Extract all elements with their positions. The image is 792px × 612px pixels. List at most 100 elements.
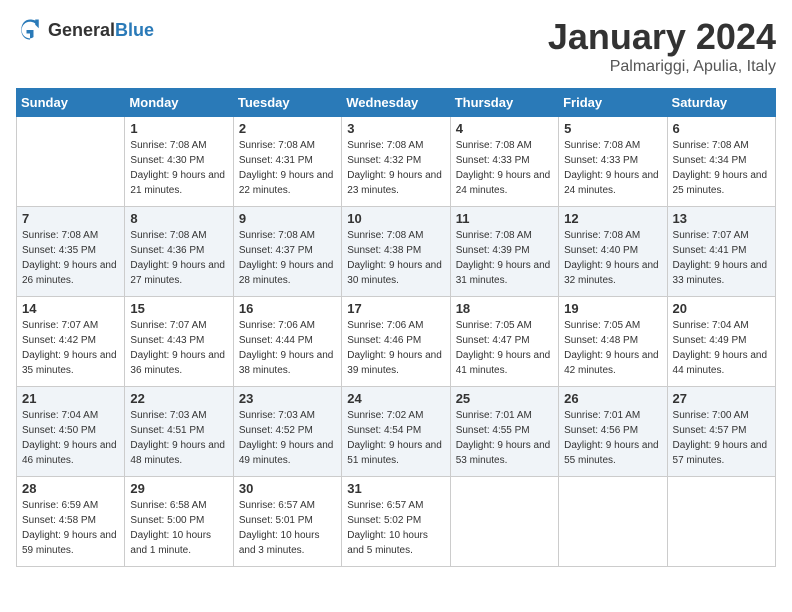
calendar-cell: 27Sunrise: 7:00 AMSunset: 4:57 PMDayligh…: [667, 387, 775, 477]
day-number: 12: [564, 211, 661, 226]
day-info: Sunrise: 7:07 AMSunset: 4:42 PMDaylight:…: [22, 318, 119, 378]
day-number: 13: [673, 211, 770, 226]
day-number: 27: [673, 391, 770, 406]
day-number: 23: [239, 391, 336, 406]
calendar-cell: 25 Sunrise: 7:01 AMSunset: 4:55 PMDayligh…: [450, 387, 558, 477]
day-number: 15: [130, 301, 227, 316]
col-saturday: Saturday: [667, 89, 775, 117]
day-number: 29: [130, 481, 227, 496]
day-info: Sunrise: 6:59 AMSunset: 4:58 PMDaylight:…: [22, 498, 119, 558]
calendar-cell: 8 Sunrise: 7:08 AMSunset: 4:36 PMDaylight…: [125, 207, 233, 297]
col-sunday: Sunday: [17, 89, 125, 117]
day-number: 19: [564, 301, 661, 316]
day-number: 5: [564, 121, 661, 136]
day-info: Sunrise: 7:08 AMSunset: 4:40 PMDaylight:…: [564, 228, 661, 288]
day-info: Sunrise: 7:08 AMSunset: 4:38 PMDaylight:…: [347, 228, 444, 288]
day-info: Sunrise: 7:07 AMSunset: 4:43 PMDaylight:…: [130, 318, 227, 378]
calendar-cell: 2 Sunrise: 7:08 AMSunset: 4:31 PMDaylight…: [233, 117, 341, 207]
logo-blue: Blue: [115, 20, 154, 40]
calendar-cell: 6Sunrise: 7:08 AMSunset: 4:34 PMDaylight…: [667, 117, 775, 207]
calendar-cell: 10 Sunrise: 7:08 AMSunset: 4:38 PMDayligh…: [342, 207, 450, 297]
day-info: Sunrise: 7:08 AMSunset: 4:30 PMDaylight:…: [130, 138, 227, 198]
calendar-cell: 3 Sunrise: 7:08 AMSunset: 4:32 PMDaylight…: [342, 117, 450, 207]
col-tuesday: Tuesday: [233, 89, 341, 117]
calendar-cell: 17 Sunrise: 7:06 AMSunset: 4:46 PMDayligh…: [342, 297, 450, 387]
calendar-cell: [667, 477, 775, 567]
logo-general: General: [48, 20, 115, 40]
calendar-cell: 21Sunrise: 7:04 AMSunset: 4:50 PMDayligh…: [17, 387, 125, 477]
calendar-cell: 7Sunrise: 7:08 AMSunset: 4:35 PMDaylight…: [17, 207, 125, 297]
month-title: January 2024: [548, 16, 776, 58]
location-title: Palmariggi, Apulia, Italy: [548, 58, 776, 76]
day-number: 1: [130, 121, 227, 136]
day-info: Sunrise: 7:05 AMSunset: 4:48 PMDaylight:…: [564, 318, 661, 378]
day-number: 14: [22, 301, 119, 316]
day-info: Sunrise: 7:08 AMSunset: 4:39 PMDaylight:…: [456, 228, 553, 288]
day-info: Sunrise: 7:01 AMSunset: 4:56 PMDaylight:…: [564, 408, 661, 468]
calendar-cell: 28 Sunrise: 6:59 AMSunset: 4:58 PMDayligh…: [17, 477, 125, 567]
calendar-week-3: 21Sunrise: 7:04 AMSunset: 4:50 PMDayligh…: [17, 387, 776, 477]
day-info: Sunrise: 7:08 AMSunset: 4:37 PMDaylight:…: [239, 228, 336, 288]
day-info: Sunrise: 7:08 AMSunset: 4:33 PMDaylight:…: [564, 138, 661, 198]
day-number: 2: [239, 121, 336, 136]
day-number: 30: [239, 481, 336, 496]
calendar-cell: [450, 477, 558, 567]
day-number: 7: [22, 211, 119, 226]
day-info: Sunrise: 7:01 AMSunset: 4:55 PMDaylight:…: [456, 408, 553, 468]
col-friday: Friday: [559, 89, 667, 117]
title-block: January 2024 Palmariggi, Apulia, Italy: [548, 16, 776, 76]
day-info: Sunrise: 7:04 AMSunset: 4:50 PMDaylight:…: [22, 408, 119, 468]
day-number: 3: [347, 121, 444, 136]
day-number: 8: [130, 211, 227, 226]
day-info: Sunrise: 7:08 AMSunset: 4:33 PMDaylight:…: [456, 138, 553, 198]
calendar-cell: 20 Sunrise: 7:04 AMSunset: 4:49 PMDayligh…: [667, 297, 775, 387]
day-info: Sunrise: 7:04 AMSunset: 4:49 PMDaylight:…: [673, 318, 770, 378]
day-info: Sunrise: 7:06 AMSunset: 4:46 PMDaylight:…: [347, 318, 444, 378]
day-number: 6: [673, 121, 770, 136]
col-wednesday: Wednesday: [342, 89, 450, 117]
day-info: Sunrise: 6:57 AMSunset: 5:02 PMDaylight:…: [347, 498, 444, 558]
day-info: Sunrise: 7:08 AMSunset: 4:32 PMDaylight:…: [347, 138, 444, 198]
day-number: 31: [347, 481, 444, 496]
day-number: 11: [456, 211, 553, 226]
calendar-week-0: 1 Sunrise: 7:08 AMSunset: 4:30 PMDaylight…: [17, 117, 776, 207]
day-info: Sunrise: 7:05 AMSunset: 4:47 PMDaylight:…: [456, 318, 553, 378]
day-number: 22: [130, 391, 227, 406]
calendar-cell: 5 Sunrise: 7:08 AMSunset: 4:33 PMDaylight…: [559, 117, 667, 207]
day-info: Sunrise: 7:08 AMSunset: 4:36 PMDaylight:…: [130, 228, 227, 288]
day-number: 4: [456, 121, 553, 136]
calendar-week-4: 28 Sunrise: 6:59 AMSunset: 4:58 PMDayligh…: [17, 477, 776, 567]
day-number: 28: [22, 481, 119, 496]
calendar-cell: [559, 477, 667, 567]
calendar-cell: 15 Sunrise: 7:07 AMSunset: 4:43 PMDayligh…: [125, 297, 233, 387]
calendar-cell: 1 Sunrise: 7:08 AMSunset: 4:30 PMDaylight…: [125, 117, 233, 207]
day-number: 17: [347, 301, 444, 316]
day-number: 24: [347, 391, 444, 406]
day-info: Sunrise: 7:06 AMSunset: 4:44 PMDaylight:…: [239, 318, 336, 378]
day-info: Sunrise: 6:58 AMSunset: 5:00 PMDaylight:…: [130, 498, 227, 558]
day-number: 20: [673, 301, 770, 316]
day-number: 10: [347, 211, 444, 226]
calendar-table: Sunday Monday Tuesday Wednesday Thursday…: [16, 88, 776, 567]
day-info: Sunrise: 7:08 AMSunset: 4:31 PMDaylight:…: [239, 138, 336, 198]
calendar-cell: 31 Sunrise: 6:57 AMSunset: 5:02 PMDayligh…: [342, 477, 450, 567]
calendar-cell: 26Sunrise: 7:01 AMSunset: 4:56 PMDayligh…: [559, 387, 667, 477]
calendar-week-1: 7Sunrise: 7:08 AMSunset: 4:35 PMDaylight…: [17, 207, 776, 297]
col-monday: Monday: [125, 89, 233, 117]
col-thursday: Thursday: [450, 89, 558, 117]
calendar-cell: 11 Sunrise: 7:08 AMSunset: 4:39 PMDayligh…: [450, 207, 558, 297]
day-number: 16: [239, 301, 336, 316]
generalblue-logo-icon: [16, 16, 44, 44]
day-info: Sunrise: 7:07 AMSunset: 4:41 PMDaylight:…: [673, 228, 770, 288]
page-header: GeneralBlue January 2024 Palmariggi, Apu…: [16, 16, 776, 76]
calendar-week-2: 14 Sunrise: 7:07 AMSunset: 4:42 PMDayligh…: [17, 297, 776, 387]
day-number: 25: [456, 391, 553, 406]
day-info: Sunrise: 7:02 AMSunset: 4:54 PMDaylight:…: [347, 408, 444, 468]
calendar-cell: 4 Sunrise: 7:08 AMSunset: 4:33 PMDaylight…: [450, 117, 558, 207]
header-row: Sunday Monday Tuesday Wednesday Thursday…: [17, 89, 776, 117]
calendar-cell: 24 Sunrise: 7:02 AMSunset: 4:54 PMDayligh…: [342, 387, 450, 477]
day-number: 9: [239, 211, 336, 226]
calendar-cell: 14 Sunrise: 7:07 AMSunset: 4:42 PMDayligh…: [17, 297, 125, 387]
calendar-cell: 30Sunrise: 6:57 AMSunset: 5:01 PMDayligh…: [233, 477, 341, 567]
calendar-cell: 19 Sunrise: 7:05 AMSunset: 4:48 PMDayligh…: [559, 297, 667, 387]
